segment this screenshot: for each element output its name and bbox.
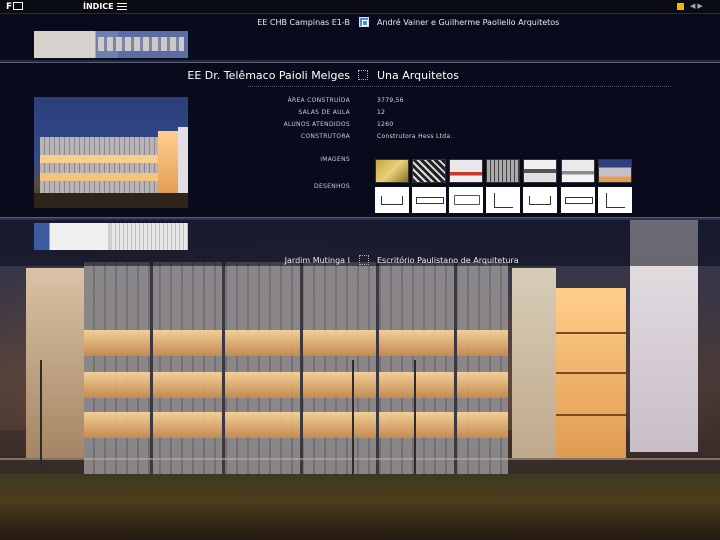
detail-label: SALAS DE AULA xyxy=(298,109,350,116)
drawing-thumbnail[interactable] xyxy=(598,187,632,213)
project-row-next[interactable]: Jardim Mutinga I Escritório Paulistano d… xyxy=(0,220,720,266)
drawing-thumbnail[interactable] xyxy=(412,187,446,213)
detail-label: CONSTRUTORA xyxy=(300,133,350,140)
divider xyxy=(248,86,671,87)
images-label: IMAGENS xyxy=(320,156,350,163)
image-thumbnail[interactable] xyxy=(523,159,557,183)
school-name[interactable]: EE Dr. Telêmaco Paioli Melges xyxy=(187,69,350,82)
project-thumbnail[interactable] xyxy=(34,223,188,250)
image-thumbnail[interactable] xyxy=(598,159,632,183)
architect-name[interactable]: Una Arquitetos xyxy=(377,69,459,82)
nav-arrows-icon[interactable]: ◀▶ xyxy=(690,2,705,10)
image-thumbnail[interactable] xyxy=(412,159,446,183)
detail-value: 12 xyxy=(377,109,386,116)
image-thumbnail[interactable] xyxy=(449,159,483,183)
drawing-thumbnail[interactable] xyxy=(486,187,520,213)
image-thumbnail[interactable] xyxy=(486,159,520,183)
logo[interactable]: F xyxy=(6,2,23,12)
detail-value: 3779,56 xyxy=(377,97,404,104)
index-menu-label[interactable]: ÍNDICE xyxy=(83,2,114,11)
drawing-thumbnail[interactable] xyxy=(561,187,595,213)
detail-value: Construtora Hess Ltda. xyxy=(377,133,453,140)
checkbox-icon[interactable] xyxy=(359,17,369,27)
hamburger-icon[interactable] xyxy=(117,3,127,10)
detail-values: 3779,56 12 1260 Construtora Hess Ltda. xyxy=(377,95,453,143)
detail-label: ALUNOS ATENDIDOS xyxy=(283,121,350,128)
top-bar: F ÍNDICE ◀▶ xyxy=(0,0,720,14)
project-row-previous[interactable]: EE CHB Campinas E1-B André Vainer e Guil… xyxy=(0,14,720,60)
checkbox-icon[interactable] xyxy=(358,70,368,80)
project-thumbnail[interactable] xyxy=(34,31,188,58)
logo-mark-icon xyxy=(12,2,23,10)
image-thumbnail[interactable] xyxy=(561,159,595,183)
image-thumbnail[interactable] xyxy=(375,159,409,183)
drawing-thumbnail[interactable] xyxy=(375,187,409,213)
drawing-thumbnail[interactable] xyxy=(449,187,483,213)
detail-value: 1260 xyxy=(377,121,394,128)
checkbox-icon[interactable] xyxy=(359,255,369,265)
detail-label: ÁREA CONSTRUÍDA xyxy=(287,97,350,104)
project-detail-panel: EE Dr. Telêmaco Paioli Melges Una Arquit… xyxy=(0,62,720,218)
drawings-label: DESENHOS xyxy=(314,183,350,190)
school-name[interactable]: Jardim Mutinga I xyxy=(285,256,350,265)
architect-name[interactable]: Escritório Paulistano de Arquitetura xyxy=(377,256,519,265)
project-main-photo[interactable] xyxy=(34,97,188,208)
drawing-thumbnail[interactable] xyxy=(523,187,557,213)
detail-labels: ÁREA CONSTRUÍDA SALAS DE AULA ALUNOS ATE… xyxy=(250,95,350,143)
architect-name[interactable]: André Vainer e Guilherme Paoliello Arqui… xyxy=(377,18,559,27)
school-name[interactable]: EE CHB Campinas E1-B xyxy=(257,18,350,27)
yellow-square-icon[interactable] xyxy=(677,3,684,10)
